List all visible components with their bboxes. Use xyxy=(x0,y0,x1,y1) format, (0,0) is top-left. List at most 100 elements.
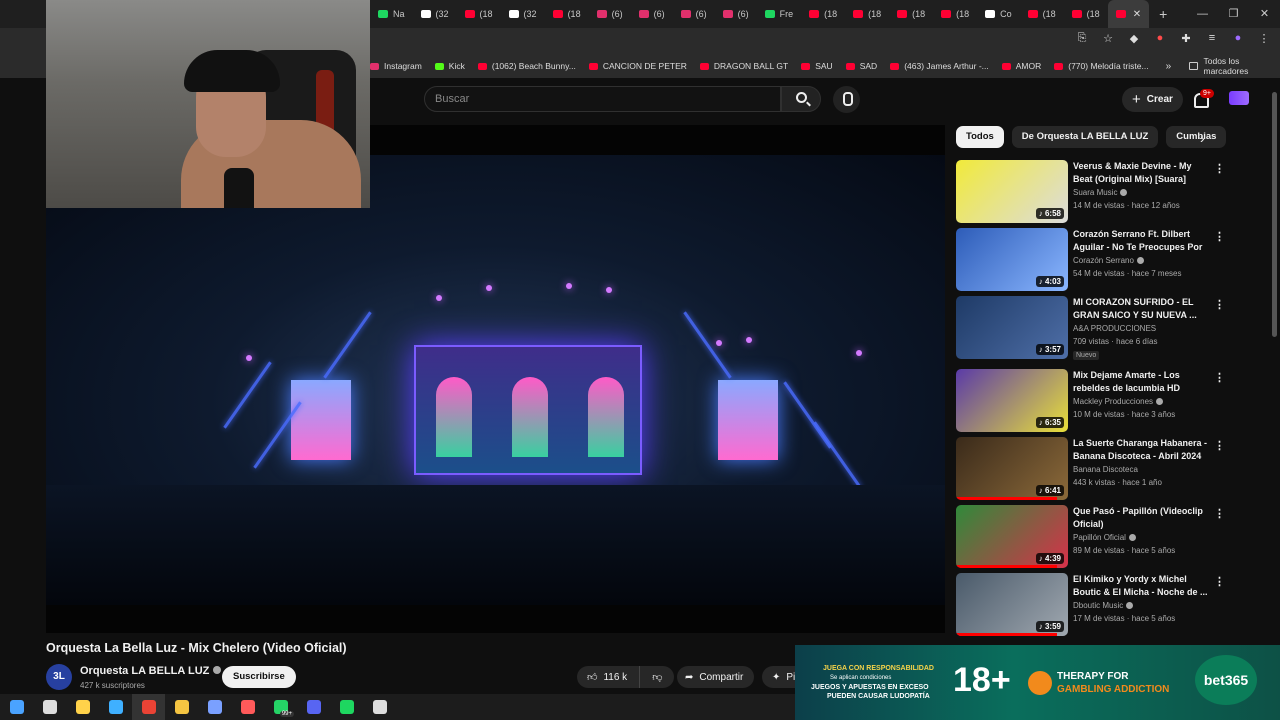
browser-tab[interactable]: Co xyxy=(977,0,1020,28)
filter-chip[interactable]: Todos xyxy=(956,126,1004,148)
recommended-channel-name[interactable]: A&A PRODUCCIONES xyxy=(1073,324,1156,333)
recommended-video-title[interactable]: El Kimiko y Yordy x Michel Boutic & El M… xyxy=(1073,573,1211,599)
recommended-channel[interactable]: A&A PRODUCCIONES xyxy=(1073,324,1156,333)
channel-avatar[interactable]: 3L xyxy=(46,664,72,690)
bookmark-item[interactable]: CANCION DE PETER xyxy=(588,61,687,71)
bookmark-item[interactable]: DRAGON BALL GT xyxy=(699,61,788,71)
more-options-icon[interactable]: ⋮ xyxy=(1214,371,1225,384)
browser-tab[interactable]: Fre xyxy=(757,0,802,28)
bookmark-item[interactable]: Kick xyxy=(434,61,465,71)
browser-tab[interactable]: (18 xyxy=(457,0,501,28)
bookmark-item[interactable]: AMOR xyxy=(1001,61,1041,71)
browser-tab[interactable]: (18 xyxy=(1064,0,1108,28)
browser-tab[interactable]: (18 xyxy=(889,0,933,28)
video-thumbnail[interactable]: ♪ 3:57 xyxy=(956,296,1068,359)
taskbar-store-icon[interactable] xyxy=(66,694,99,720)
recommended-video-title[interactable]: Corazón Serrano Ft. Dilbert Aguilar - No… xyxy=(1073,228,1211,254)
recommended-video-title[interactable]: Que Pasó - Papillón (Videoclip Oficial) xyxy=(1073,505,1211,531)
recommended-channel-name[interactable]: Dboutic Music xyxy=(1073,601,1123,610)
bookmarks-overflow-icon[interactable]: » xyxy=(1166,61,1172,72)
share-button[interactable]: ➦ Compartir xyxy=(677,666,755,688)
taskbar-app2-icon[interactable] xyxy=(231,694,264,720)
taskbar-chrome-icon[interactable] xyxy=(132,694,165,720)
bookmark-item[interactable]: SAU xyxy=(801,61,833,71)
channel-name[interactable]: Orquesta LA BELLA LUZ xyxy=(80,665,222,677)
recommended-video[interactable]: ♪ 6:41 La Suerte Charanga Habanera - Bana… xyxy=(956,437,1256,501)
new-tab-button[interactable]: + xyxy=(1149,6,1177,22)
search-button[interactable] xyxy=(781,86,821,112)
bookmark-item[interactable]: (770) Melodía triste... xyxy=(1054,61,1149,71)
close-window-button[interactable]: ✕ xyxy=(1249,0,1280,28)
browser-tab[interactable]: (18 xyxy=(545,0,589,28)
chrome-menu-icon[interactable]: ⋮ xyxy=(1258,32,1270,45)
more-options-icon[interactable]: ⋮ xyxy=(1214,575,1225,588)
bookmark-star-icon[interactable]: ☆ xyxy=(1102,32,1114,45)
video-thumbnail[interactable]: ♪ 6:35 xyxy=(956,369,1068,432)
recommended-channel[interactable]: Corazón Serrano xyxy=(1073,256,1144,265)
taskbar-explorer-icon[interactable] xyxy=(165,694,198,720)
bookmark-item[interactable]: (1062) Beach Bunny... xyxy=(477,61,576,71)
taskbar-start-icon[interactable] xyxy=(0,694,33,720)
recommended-channel[interactable]: Suara Music xyxy=(1073,188,1128,197)
recommended-video[interactable]: ♪ 3:57 MI CORAZON SUFRIDO - EL GRAN SAICO… xyxy=(956,296,1256,360)
browser-tab[interactable]: (18 xyxy=(845,0,889,28)
dislike-button[interactable]: 👎︎ xyxy=(640,671,674,683)
browser-tab[interactable]: (18 xyxy=(1020,0,1064,28)
more-options-icon[interactable]: ⋮ xyxy=(1214,162,1225,175)
filter-chip[interactable]: De Orquesta LA BELLA LUZ xyxy=(1011,126,1159,148)
recommended-channel[interactable]: Banana Discoteca xyxy=(1073,465,1138,474)
recommended-video[interactable]: ♪ 4:39 Que Pasó - Papillón (Videoclip Ofi… xyxy=(956,505,1256,569)
recommended-video-title[interactable]: Veerus & Maxie Devine - My Beat (Origina… xyxy=(1073,160,1211,186)
more-options-icon[interactable]: ⋮ xyxy=(1214,298,1225,311)
bookmark-item[interactable]: Instagram xyxy=(370,61,422,71)
create-button[interactable]: + Crear xyxy=(1122,87,1183,112)
video-thumbnail[interactable]: ♪ 4:03 xyxy=(956,228,1068,291)
recommended-video-title[interactable]: MI CORAZON SUFRIDO - EL GRAN SAICO Y SU … xyxy=(1073,296,1211,322)
browser-tab[interactable]: (18 xyxy=(933,0,977,28)
video-thumbnail[interactable]: ♪ 4:39 xyxy=(956,505,1068,568)
browser-tab-active[interactable]: ✕ xyxy=(1107,0,1150,28)
recommended-channel[interactable]: Papillón Oficial xyxy=(1073,533,1136,542)
taskbar-spotify-icon[interactable] xyxy=(330,694,363,720)
more-options-icon[interactable]: ⋮ xyxy=(1214,439,1225,452)
recommended-video-title[interactable]: La Suerte Charanga Habanera - Banana Dis… xyxy=(1073,437,1211,463)
browser-tab[interactable]: (6) xyxy=(631,0,673,28)
recommended-video[interactable]: ♪ 3:59 El Kimiko y Yordy x Michel Boutic … xyxy=(956,573,1256,637)
video-thumbnail[interactable]: ♪ 6:58 xyxy=(956,160,1068,223)
search-input[interactable]: Buscar xyxy=(424,86,781,112)
chevron-right-icon[interactable]: › xyxy=(1200,130,1205,146)
bookmark-item[interactable]: (463) James Arthur -... xyxy=(890,61,989,71)
browser-tab[interactable]: (32 xyxy=(413,0,457,28)
extension-icon[interactable]: ◆ xyxy=(1128,32,1140,45)
recommended-video-title[interactable]: Mix Dejame Amarte - Los rebeldes de lacu… xyxy=(1073,369,1211,395)
taskbar-search-icon[interactable] xyxy=(33,694,66,720)
channel-name-text[interactable]: Orquesta LA BELLA LUZ xyxy=(80,665,209,677)
ad-banner[interactable]: JUEGA CON RESPONSABILIDAD Se aplican con… xyxy=(795,645,1280,720)
taskbar-whatsapp-icon[interactable]: 99+ xyxy=(264,694,297,720)
taskbar-edge-icon[interactable] xyxy=(99,694,132,720)
recommended-channel[interactable]: Dboutic Music xyxy=(1073,601,1134,610)
recommended-channel-name[interactable]: Papillón Oficial xyxy=(1073,533,1126,542)
install-icon[interactable]: ⎘ xyxy=(1076,32,1088,45)
recommended-channel-name[interactable]: Mackley Producciones xyxy=(1073,397,1153,406)
browser-tab[interactable]: (6) xyxy=(715,0,757,28)
recommended-video[interactable]: ♪ 4:03 Corazón Serrano Ft. Dilbert Aguila… xyxy=(956,228,1256,292)
browser-tab[interactable]: (6) xyxy=(589,0,631,28)
recommended-channel-name[interactable]: Corazón Serrano xyxy=(1073,256,1134,265)
taskbar-discord-icon[interactable] xyxy=(297,694,330,720)
video-thumbnail[interactable]: ♪ 6:41 xyxy=(956,437,1068,500)
extension-red-icon[interactable]: ● xyxy=(1154,32,1166,45)
recommended-channel-name[interactable]: Banana Discoteca xyxy=(1073,465,1138,474)
account-avatar[interactable] xyxy=(1229,91,1249,105)
restore-button[interactable]: ❐ xyxy=(1218,0,1249,28)
subscribe-button[interactable]: Suscribirse xyxy=(222,666,296,688)
recommended-video[interactable]: ♪ 6:58 Veerus & Maxie Devine - My Beat (O… xyxy=(956,160,1256,224)
like-button[interactable]: 👍︎ 116 k xyxy=(577,666,641,688)
voice-search-button[interactable] xyxy=(833,86,860,113)
recommended-channel[interactable]: Mackley Producciones xyxy=(1073,397,1164,406)
recommended-video[interactable]: ♪ 6:35 Mix Dejame Amarte - Los rebeldes d… xyxy=(956,369,1256,433)
profile-icon[interactable]: ● xyxy=(1232,32,1244,45)
taskbar-app3-icon[interactable] xyxy=(363,694,396,720)
filter-chip[interactable]: Cumbias xyxy=(1166,126,1227,148)
minimize-button[interactable]: — xyxy=(1187,0,1218,28)
